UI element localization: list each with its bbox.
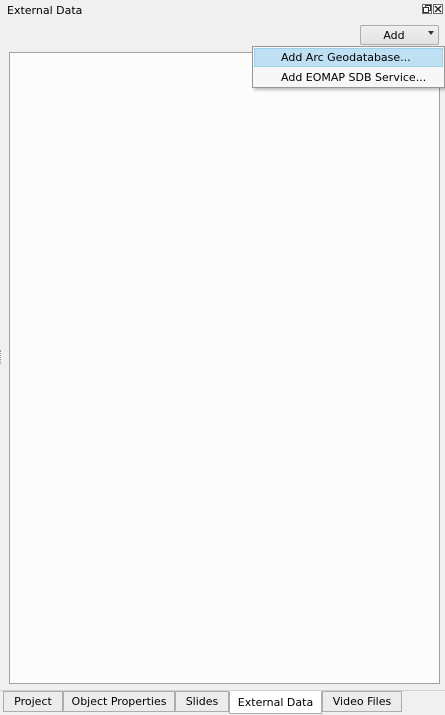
menu-item-add-arc-geodatabase[interactable]: Add Arc Geodatabase... (254, 48, 443, 67)
splitter-handle[interactable] (0, 350, 3, 364)
add-button-label: Add (383, 29, 405, 42)
tab-object-properties[interactable]: Object Properties (63, 691, 175, 712)
tab-project[interactable]: Project (3, 691, 63, 712)
tab-label: Object Properties (71, 695, 167, 708)
float-restore-icon[interactable] (422, 4, 432, 14)
tab-label: Video Files (332, 695, 392, 708)
close-icon[interactable] (433, 4, 443, 14)
add-button[interactable]: Add (360, 25, 439, 45)
tab-external-data[interactable]: External Data (229, 691, 322, 714)
tab-label: External Data (237, 696, 314, 709)
dropdown-arrow-icon (428, 31, 434, 35)
tab-video-files[interactable]: Video Files (322, 691, 402, 712)
menu-item-label: Add EOMAP SDB Service... (281, 71, 427, 84)
external-data-list[interactable] (9, 52, 440, 684)
tab-label: Slides (185, 695, 219, 708)
tab-slides[interactable]: Slides (175, 691, 229, 712)
panel-title-buttons (422, 4, 443, 14)
panel-tab-bar: Project Object Properties Slides Externa… (3, 691, 445, 714)
panel-title: External Data (7, 4, 83, 17)
menu-item-label: Add Arc Geodatabase... (281, 51, 411, 64)
tab-label: Project (14, 695, 52, 708)
add-dropdown-menu: Add Arc Geodatabase... Add EOMAP SDB Ser… (252, 46, 445, 88)
menu-item-add-eomap-sdb-service[interactable]: Add EOMAP SDB Service... (254, 68, 443, 87)
